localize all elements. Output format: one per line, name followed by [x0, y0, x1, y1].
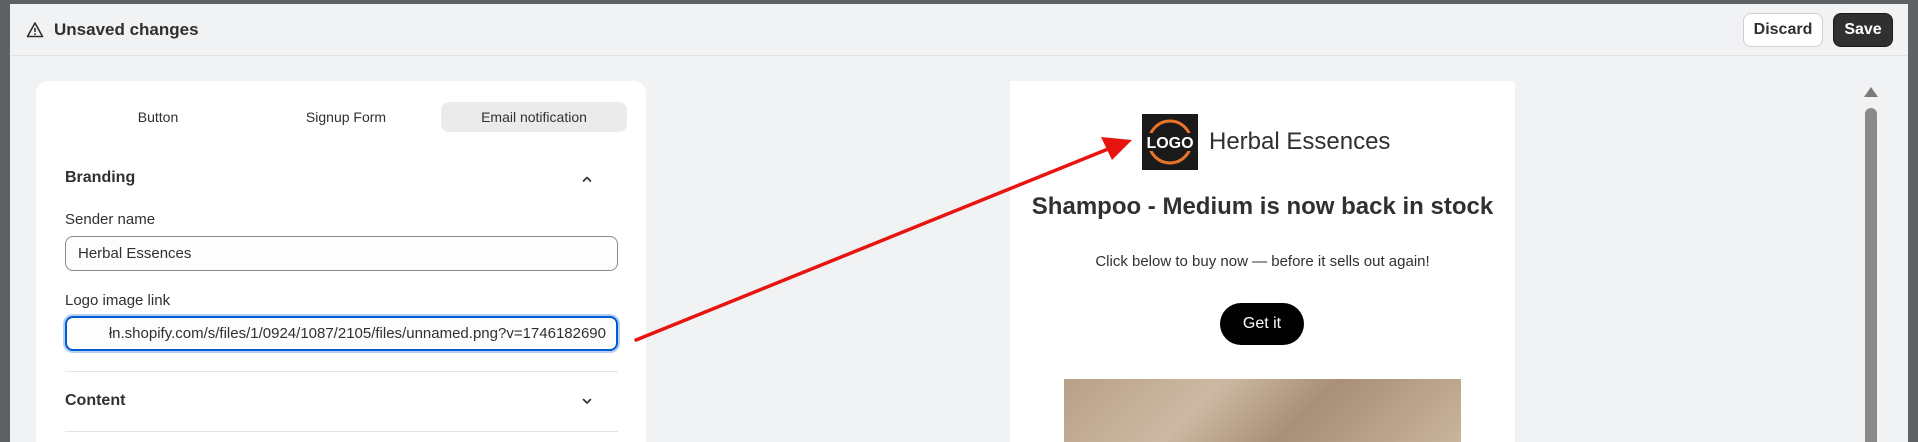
- branding-section-title[interactable]: Branding: [65, 169, 135, 187]
- tab-button[interactable]: Button: [65, 102, 251, 132]
- get-it-button[interactable]: Get it: [1220, 303, 1304, 345]
- logo-text: LOGO: [1146, 135, 1193, 152]
- tab-signup-form[interactable]: Signup Form: [253, 102, 439, 132]
- logo-link-field[interactable]: łn.shopify.com/s/files/1/0924/1087/2105/…: [65, 316, 618, 351]
- preview-brand-name: Herbal Essences: [1209, 128, 1391, 155]
- page-title: Unsaved changes: [54, 20, 199, 39]
- logo-link-label: Logo image link: [65, 292, 171, 309]
- brand-logo: LOGO: [1142, 114, 1198, 170]
- divider: [65, 371, 618, 372]
- top-bar: Unsaved changes Discard Save: [10, 4, 1908, 56]
- settings-panel: Button Signup Form Email notification Br…: [36, 81, 646, 442]
- divider: [65, 431, 618, 432]
- logo-image: LOGO: [1146, 119, 1194, 165]
- content-section-title[interactable]: Content: [65, 392, 125, 410]
- sender-name-field[interactable]: Herbal Essences: [65, 236, 618, 271]
- sender-name-label: Sender name: [65, 211, 156, 228]
- discard-button[interactable]: Discard: [1743, 13, 1823, 47]
- save-button[interactable]: Save: [1833, 13, 1893, 47]
- product-image: [1064, 379, 1461, 442]
- scrollbar-thumb[interactable]: [1865, 108, 1877, 442]
- preview-headline: Shampoo - Medium is now back in stock: [1031, 193, 1494, 220]
- chevron-down-icon[interactable]: [581, 395, 593, 407]
- tab-bar: Button Signup Form Email notification: [65, 102, 629, 132]
- tab-email-notification[interactable]: Email notification: [441, 102, 627, 132]
- chevron-up-icon[interactable]: [581, 173, 593, 185]
- warning-triangle-icon: [26, 22, 44, 38]
- preview-subtext: Click below to buy now — before it sells…: [1095, 253, 1430, 270]
- scroll-up-icon[interactable]: [1864, 87, 1878, 97]
- email-preview: LOGO Herbal Essences Shampoo - Medium is…: [1010, 81, 1515, 442]
